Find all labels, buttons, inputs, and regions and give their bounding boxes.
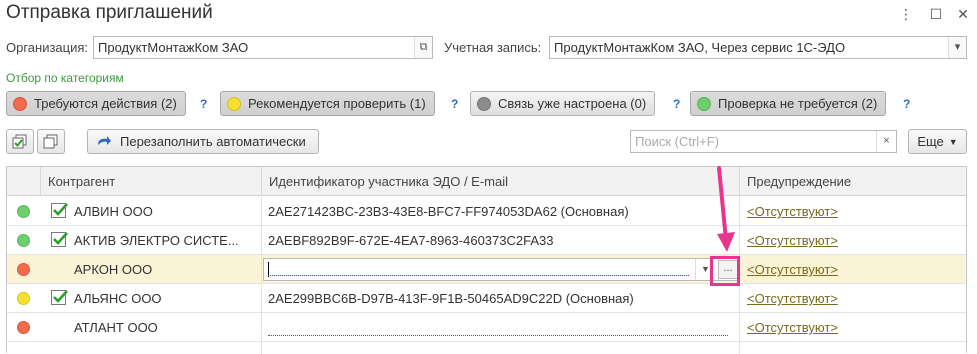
checkmark-icon: [53, 290, 68, 303]
category-recommended-check-button[interactable]: Рекомендуется проверить (1): [220, 91, 435, 116]
search-input[interactable]: Поиск (Ctrl+F) ×: [630, 130, 897, 153]
help-icon[interactable]: ?: [200, 97, 207, 111]
red-status-icon: [17, 321, 30, 334]
more-label: Еще: [917, 134, 944, 149]
row-checkbox[interactable]: [51, 232, 68, 247]
help-icon[interactable]: ?: [451, 97, 458, 111]
more-button[interactable]: Еще ▼: [908, 129, 967, 154]
required-field-underline: [268, 335, 728, 336]
column-header-warning[interactable]: Предупреждение: [739, 167, 968, 196]
gray-status-icon: [477, 96, 491, 111]
chevron-down-icon: ▼: [948, 136, 958, 147]
check-all-button[interactable]: [6, 129, 34, 154]
checkmark-icon: [53, 203, 68, 216]
open-icon[interactable]: ⧉: [414, 37, 432, 58]
counterparty-name: АРКОН ООО: [74, 262, 153, 277]
category-actions-required-button[interactable]: Требуются действия (2): [6, 91, 186, 116]
account-value: ПродуктМонтажКом ЗАО, Через сервис 1С-ЭД…: [554, 40, 846, 55]
warning-link[interactable]: <Отсутствуют>: [747, 313, 838, 342]
warning-link[interactable]: <Отсутствуют>: [747, 284, 838, 313]
row-checkbox[interactable]: [51, 290, 68, 305]
search-placeholder: Поиск (Ctrl+F): [635, 134, 720, 149]
column-header-counterparty[interactable]: Контрагент: [40, 167, 261, 196]
column-divider: [261, 197, 262, 354]
account-label: Учетная запись:: [444, 40, 542, 55]
category-label: Проверка не требуется (2): [718, 96, 878, 111]
table-row[interactable]: АКТИВ ЭЛЕКТРО СИСТЕ... 2AEBF892B9F-672E-…: [7, 226, 966, 255]
org-value: ПродуктМонтажКом ЗАО: [98, 40, 249, 55]
counterparty-name: АЛЬЯНС ООО: [74, 291, 162, 306]
red-status-icon: [17, 263, 30, 276]
required-field-underline: [268, 275, 689, 276]
edo-id: 2AE271423BC-23B3-43E8-BFC7-FF974053DA62 …: [268, 204, 629, 219]
green-status-icon: [17, 234, 30, 247]
edo-id-input[interactable]: ▼ ...: [263, 258, 740, 281]
table-row[interactable]: АЛЬЯНС ООО 2AE299BBC6B-D97B-413F-9F1B-50…: [7, 284, 966, 313]
category-no-check-required-button[interactable]: Проверка не требуется (2): [690, 91, 887, 116]
red-status-icon: [13, 96, 27, 111]
table-row[interactable]: АТЛАНТ ООО <Отсутствуют>: [7, 313, 966, 342]
category-already-configured-button[interactable]: Связь уже настроена (0): [470, 91, 656, 116]
edo-id: 2AEBF892B9F-672E-4EA7-8963-460373C2FA33: [268, 233, 554, 248]
clear-icon: ×: [883, 135, 890, 147]
category-label: Требуются действия (2): [34, 96, 177, 111]
table-row-selected[interactable]: АРКОН ООО ▼ ... <Отсутствуют>: [7, 255, 966, 284]
counterparty-name: АЛВИН ООО: [74, 204, 153, 219]
help-icon[interactable]: ?: [673, 97, 680, 111]
green-status-icon: [697, 96, 711, 111]
refill-label: Перезаполнить автоматически: [120, 134, 306, 149]
uncheck-all-button[interactable]: [37, 129, 65, 154]
org-label: Организация:: [6, 40, 89, 55]
warning-link[interactable]: <Отсутствуют>: [747, 255, 838, 284]
help-icon[interactable]: ?: [903, 97, 910, 111]
account-field[interactable]: ПродуктМонтажКом ЗАО, Через сервис 1С-ЭД…: [549, 36, 967, 59]
refill-arrow-icon: [98, 135, 111, 145]
checkmark-icon: [53, 232, 68, 245]
annotation-highlight-box: [710, 256, 740, 286]
yellow-status-icon: [227, 96, 241, 111]
close-icon[interactable]: ✕: [952, 4, 974, 24]
warning-link[interactable]: <Отсутствуют>: [747, 226, 838, 255]
column-header-edo-id[interactable]: Идентификатор участника ЭДО / E-mail: [261, 167, 739, 196]
category-label: Связь уже настроена (0): [498, 96, 647, 111]
row-checkbox[interactable]: [51, 203, 68, 218]
clear-search-button[interactable]: ×: [876, 131, 896, 152]
yellow-status-icon: [17, 292, 30, 305]
check-all-icon: [12, 134, 27, 148]
counterparty-name: АТЛАНТ ООО: [74, 320, 158, 335]
refill-automatically-button[interactable]: Перезаполнить автоматически: [87, 129, 319, 154]
window-title: Отправка приглашений: [6, 2, 213, 23]
category-label: Рекомендуется проверить (1): [248, 96, 426, 111]
edo-id: 2AE299BBC6B-D97B-413F-9F1B-50465AD9C22D …: [268, 291, 634, 306]
table-row[interactable]: АЛВИН ООО 2AE271423BC-23B3-43E8-BFC7-FF9…: [7, 197, 966, 226]
uncheck-all-icon: [43, 134, 58, 148]
filter-title: Отбор по категориям: [6, 71, 124, 85]
table-header: Контрагент Идентификатор участника ЭДО /…: [7, 167, 966, 196]
warning-link[interactable]: <Отсутствуют>: [747, 197, 838, 226]
maximize-icon[interactable]: ☐: [925, 4, 947, 24]
invitations-table: Контрагент Идентификатор участника ЭДО /…: [6, 166, 967, 354]
chevron-down-icon[interactable]: ▾: [948, 37, 966, 58]
green-status-icon: [17, 205, 30, 218]
org-field[interactable]: ПродуктМонтажКом ЗАО ⧉: [93, 36, 433, 59]
more-vert-icon[interactable]: ⋮: [895, 4, 917, 24]
counterparty-name: АКТИВ ЭЛЕКТРО СИСТЕ...: [74, 233, 239, 248]
